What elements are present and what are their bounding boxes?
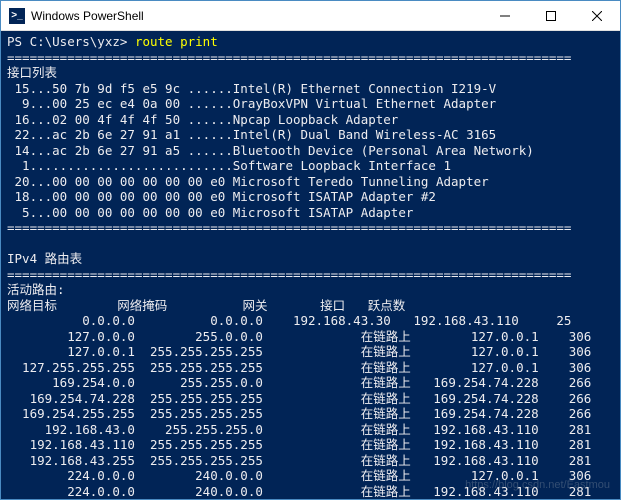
divider-line: ========================================… <box>7 267 571 282</box>
interface-line: 22...ac 2b 6e 27 91 a1 ......Intel(R) Du… <box>7 127 496 142</box>
interface-line: 20...00 00 00 00 00 00 00 e0 Microsoft T… <box>7 174 489 189</box>
minimize-button[interactable] <box>482 1 528 31</box>
active-routes-label: 活动路由: <box>7 282 65 297</box>
powershell-icon: >_ <box>9 8 25 24</box>
interface-line: 1...........................Software Loo… <box>7 158 451 173</box>
terminal-content[interactable]: PS C:\Users\yxz> route print ===========… <box>1 31 620 499</box>
interface-line: 16...02 00 4f 4f 4f 50 ......Npcap Loopb… <box>7 112 398 127</box>
window-title: Windows PowerShell <box>25 9 482 23</box>
interface-line: 9...00 25 ec e4 0a 00 ......OrayBoxVPN V… <box>7 96 496 111</box>
maximize-button[interactable] <box>528 1 574 31</box>
prompt-path: PS C:\Users\yxz> <box>7 34 135 49</box>
interface-line: 15...50 7b 9d f5 e5 9c ......Intel(R) Et… <box>7 81 496 96</box>
route-table-body: 0.0.0.0 0.0.0.0 192.168.43.30 192.168.43… <box>7 313 614 499</box>
interface-line: 14...ac 2b 6e 27 91 a5 ......Bluetooth D… <box>7 143 534 158</box>
prompt-command: route print <box>135 34 218 49</box>
interface-line: 18...00 00 00 00 00 00 00 e0 Microsoft I… <box>7 189 436 204</box>
divider-line: ========================================… <box>7 220 571 235</box>
ipv4-header: IPv4 路由表 <box>7 251 82 266</box>
divider-line: ========================================… <box>7 50 571 65</box>
interface-line: 5...00 00 00 00 00 00 00 e0 Microsoft IS… <box>7 205 413 220</box>
interfaces-header: 接口列表 <box>7 65 57 80</box>
watermark-text: https://blog.csdn.net/Eastmou <box>465 478 610 494</box>
window-titlebar: >_ Windows PowerShell <box>1 1 620 31</box>
close-button[interactable] <box>574 1 620 31</box>
route-columns: 网络目标 网络掩码 网关 接口 跃点数 <box>7 298 405 313</box>
